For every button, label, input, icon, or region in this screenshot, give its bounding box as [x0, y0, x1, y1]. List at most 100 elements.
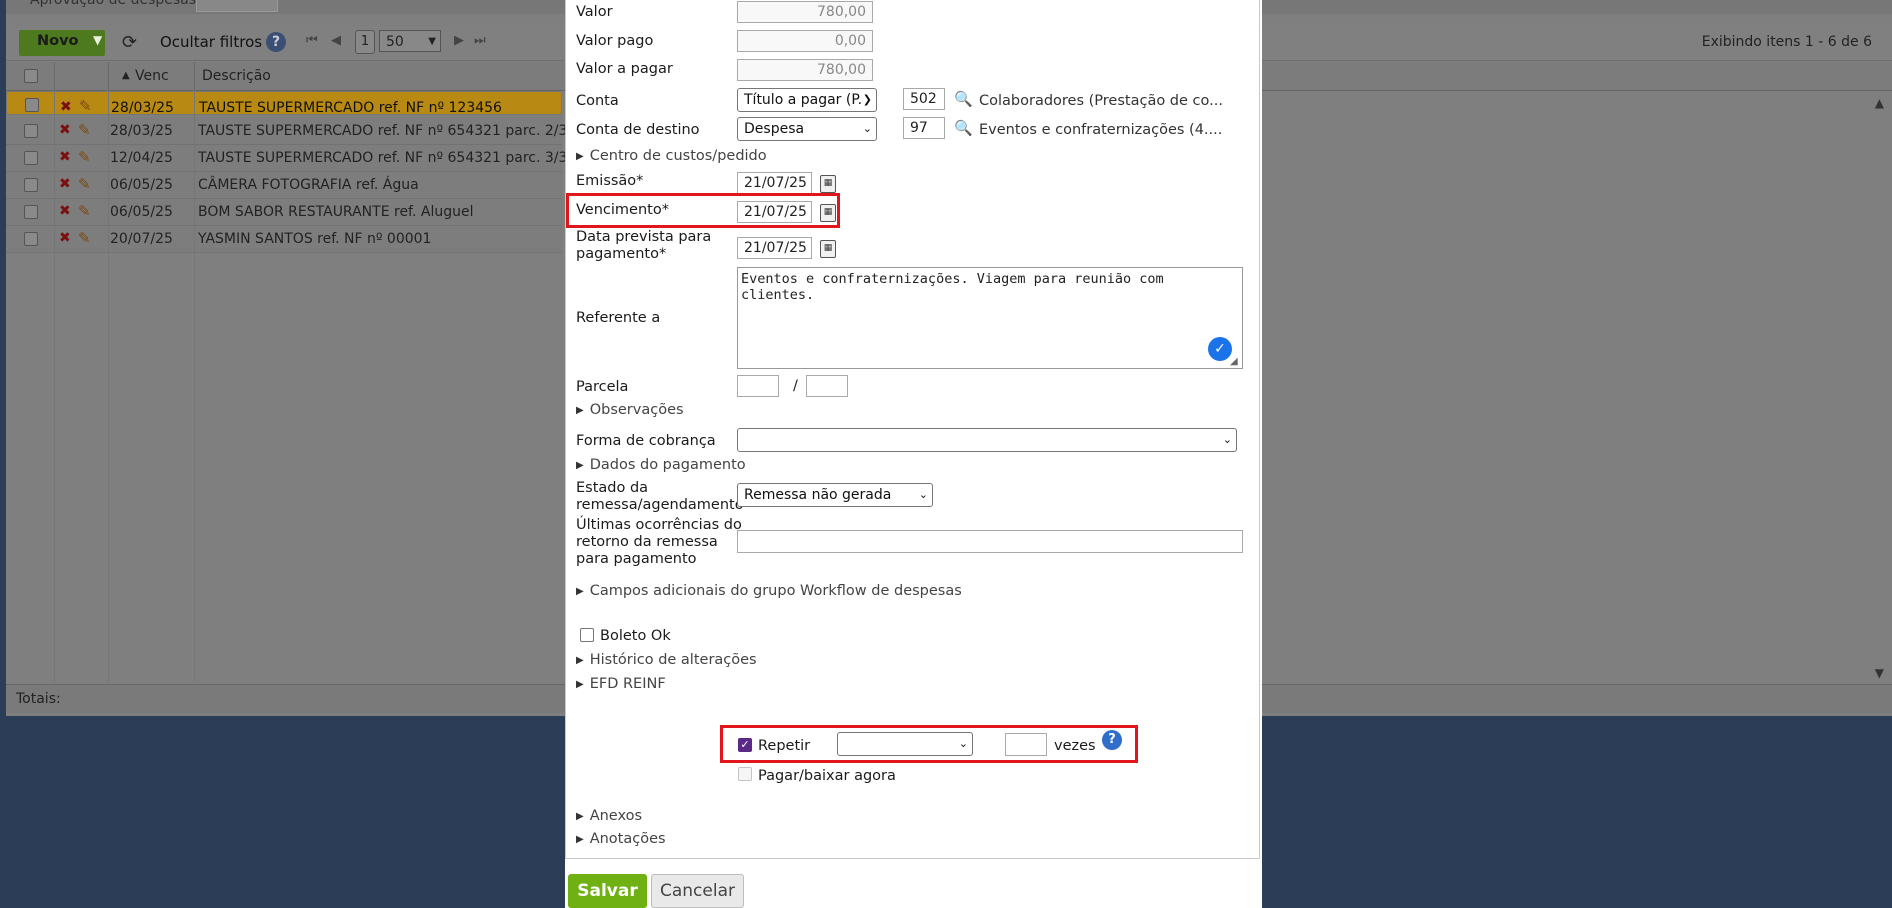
conta-select[interactable]: Título a pagar (P. ❯ [737, 88, 877, 112]
header-actions [54, 62, 109, 90]
table-row[interactable]: ✖ ✎ 28/03/25 TAUSTE SUPERMERCADO ref. NF… [6, 91, 562, 115]
save-button[interactable]: Salvar [568, 874, 647, 908]
search-icon[interactable]: 🔍 [954, 119, 973, 137]
parcela-separator: / [793, 378, 798, 394]
conta-label: Conta [576, 93, 619, 109]
delete-icon[interactable]: ✖ [60, 96, 72, 114]
parcela-number-input[interactable] [737, 375, 779, 397]
forma-cobranca-select[interactable]: ⌄ [737, 428, 1237, 452]
row-checkbox[interactable] [25, 98, 39, 112]
historico-section[interactable]: ▶ Histórico de alterações [576, 652, 757, 668]
edit-icon[interactable]: ✎ [78, 175, 91, 193]
pagar-baixar-label: Pagar/baixar agora [758, 768, 896, 784]
scroll-up-icon[interactable]: ▲ [1875, 96, 1884, 110]
cancel-button[interactable]: Cancelar [651, 874, 744, 908]
table-row[interactable]: ✖ ✎ 20/07/25 YASMIN SANTOS ref. NF nº 00… [6, 226, 562, 253]
expense-form: Valor 780,00 Valor pago 0,00 Valor a pag… [565, 0, 1260, 859]
vencimento-input[interactable]: 21/07/25 [737, 201, 812, 223]
repetir-times-input[interactable] [1005, 733, 1047, 756]
table-row[interactable]: ✖ ✎ 28/03/25 TAUSTE SUPERMERCADO ref. NF… [6, 118, 567, 145]
chevron-down-icon: ▼ [428, 36, 436, 47]
referente-textarea[interactable]: Eventos e confraternizações. Viagem para… [737, 267, 1243, 369]
edit-icon[interactable]: ✎ [78, 202, 91, 220]
conta-destino-label: Conta de destino [576, 122, 700, 138]
page-size-select[interactable]: 50 ▼ [379, 30, 441, 52]
repetir-checkbox[interactable]: ✓ [738, 738, 752, 752]
row-checkbox[interactable] [24, 205, 38, 219]
repetir-frequency-select[interactable]: ⌄ [837, 732, 973, 756]
conta-destino-code-input[interactable]: 97 [903, 117, 945, 139]
boleto-ok-checkbox[interactable] [580, 628, 594, 642]
resize-handle-icon[interactable]: ◢ [1230, 356, 1238, 367]
conta-destino-select[interactable]: Despesa ⌄ [737, 117, 877, 141]
row-checkbox[interactable] [24, 124, 38, 138]
estado-remessa-label: Estado da remessa/agendamento [576, 480, 744, 513]
search-icon[interactable]: 🔍 [954, 90, 973, 108]
valor-pago-input[interactable]: 0,00 [737, 30, 873, 52]
refresh-icon[interactable]: ⟳ [122, 32, 137, 53]
select-all-checkbox[interactable] [24, 69, 38, 83]
conta-code-input[interactable]: 502 [903, 88, 945, 110]
anotacoes-section[interactable]: ▶ Anotações [576, 831, 666, 847]
anexos-section[interactable]: ▶ Anexos [576, 808, 642, 824]
estado-remessa-select[interactable]: Remessa não gerada ⌄ [737, 483, 933, 507]
delete-icon[interactable]: ✖ [59, 149, 71, 165]
new-button[interactable]: Novo ▼ [19, 30, 105, 56]
delete-icon[interactable]: ✖ [59, 122, 71, 138]
edit-icon[interactable]: ✎ [78, 229, 91, 247]
calendar-icon[interactable]: ▦ [820, 175, 836, 193]
row-checkbox[interactable] [24, 178, 38, 192]
help-icon[interactable]: ? [1102, 730, 1122, 750]
row-checkbox[interactable] [24, 232, 38, 246]
expand-triangle-icon: ▶ [576, 405, 584, 416]
edit-icon[interactable]: ✎ [78, 121, 91, 139]
scroll-down-icon[interactable]: ▼ [1875, 666, 1884, 680]
edit-icon[interactable]: ✎ [78, 148, 91, 166]
valor-a-pagar-input[interactable]: 780,00 [737, 59, 873, 81]
hide-filters-button[interactable]: Ocultar filtros [160, 33, 262, 51]
expand-triangle-icon: ▶ [576, 460, 584, 471]
chevron-down-icon: ⌄ [1222, 433, 1232, 446]
edit-expense-modal: Valor 780,00 Valor pago 0,00 Valor a pag… [565, 0, 1262, 908]
delete-icon[interactable]: ✖ [59, 176, 71, 192]
table-row[interactable]: ✖ ✎ 12/04/25 TAUSTE SUPERMERCADO ref. NF… [6, 145, 567, 172]
table-row[interactable]: ✖ ✎ 06/05/25 CÂMERA FOTOGRAFIA ref. Água [6, 172, 562, 199]
delete-icon[interactable]: ✖ [59, 230, 71, 246]
header-select-all[interactable] [6, 62, 55, 90]
row-checkbox[interactable] [24, 151, 38, 165]
last-page-icon[interactable]: ⏭ [474, 33, 486, 48]
efd-reinf-section[interactable]: ▶ EFD REINF [576, 676, 666, 692]
expand-triangle-icon: ▶ [576, 151, 584, 162]
prev-page-icon[interactable]: ◀ [331, 33, 341, 48]
data-prevista-label: Data prevista para pagamento* [576, 229, 712, 262]
calendar-icon[interactable]: ▦ [820, 204, 836, 222]
header-venc[interactable]: ▲ Venc [108, 62, 195, 90]
first-page-icon[interactable]: ⏮ [306, 33, 318, 48]
delete-icon[interactable]: ✖ [59, 203, 71, 219]
observacoes-section[interactable]: ▶ Observações [576, 402, 684, 418]
expand-triangle-icon: ▶ [576, 655, 584, 666]
column-divider [194, 90, 195, 682]
campos-adicionais-section[interactable]: ▶ Campos adicionais do grupo Workflow de … [576, 583, 962, 599]
calendar-icon[interactable]: ▦ [820, 240, 836, 258]
dados-pagamento-section[interactable]: ▶ Dados do pagamento [576, 457, 746, 473]
parcela-total-input[interactable] [806, 375, 848, 397]
next-page-icon[interactable]: ▶ [454, 33, 464, 48]
help-icon[interactable]: ? [266, 32, 286, 52]
page-number-input[interactable]: 1 [355, 30, 375, 54]
chevron-down-icon: ⌄ [958, 737, 968, 750]
emissao-input[interactable]: 21/07/25 [737, 172, 812, 194]
centro-custos-section[interactable]: ▶ Centro de custos/pedido [576, 148, 767, 164]
top-filter-input[interactable] [196, 0, 278, 12]
valor-input[interactable]: 780,00 [737, 1, 873, 23]
vezes-label: vezes [1054, 738, 1096, 754]
repetir-label: Repetir [758, 738, 811, 754]
edit-icon[interactable]: ✎ [79, 95, 92, 114]
data-prevista-input[interactable]: 21/07/25 [737, 237, 812, 259]
check-icon[interactable]: ✓ [1208, 337, 1232, 361]
conta-destino-lookup-text: Eventos e confraternizações (4.... [979, 122, 1223, 138]
referente-label: Referente a [576, 310, 661, 326]
ultimas-ocorrencias-input[interactable] [737, 530, 1243, 553]
table-row[interactable]: ✖ ✎ 06/05/25 BOM SABOR RESTAURANTE ref. … [6, 199, 562, 226]
pagar-baixar-checkbox[interactable] [738, 767, 752, 781]
